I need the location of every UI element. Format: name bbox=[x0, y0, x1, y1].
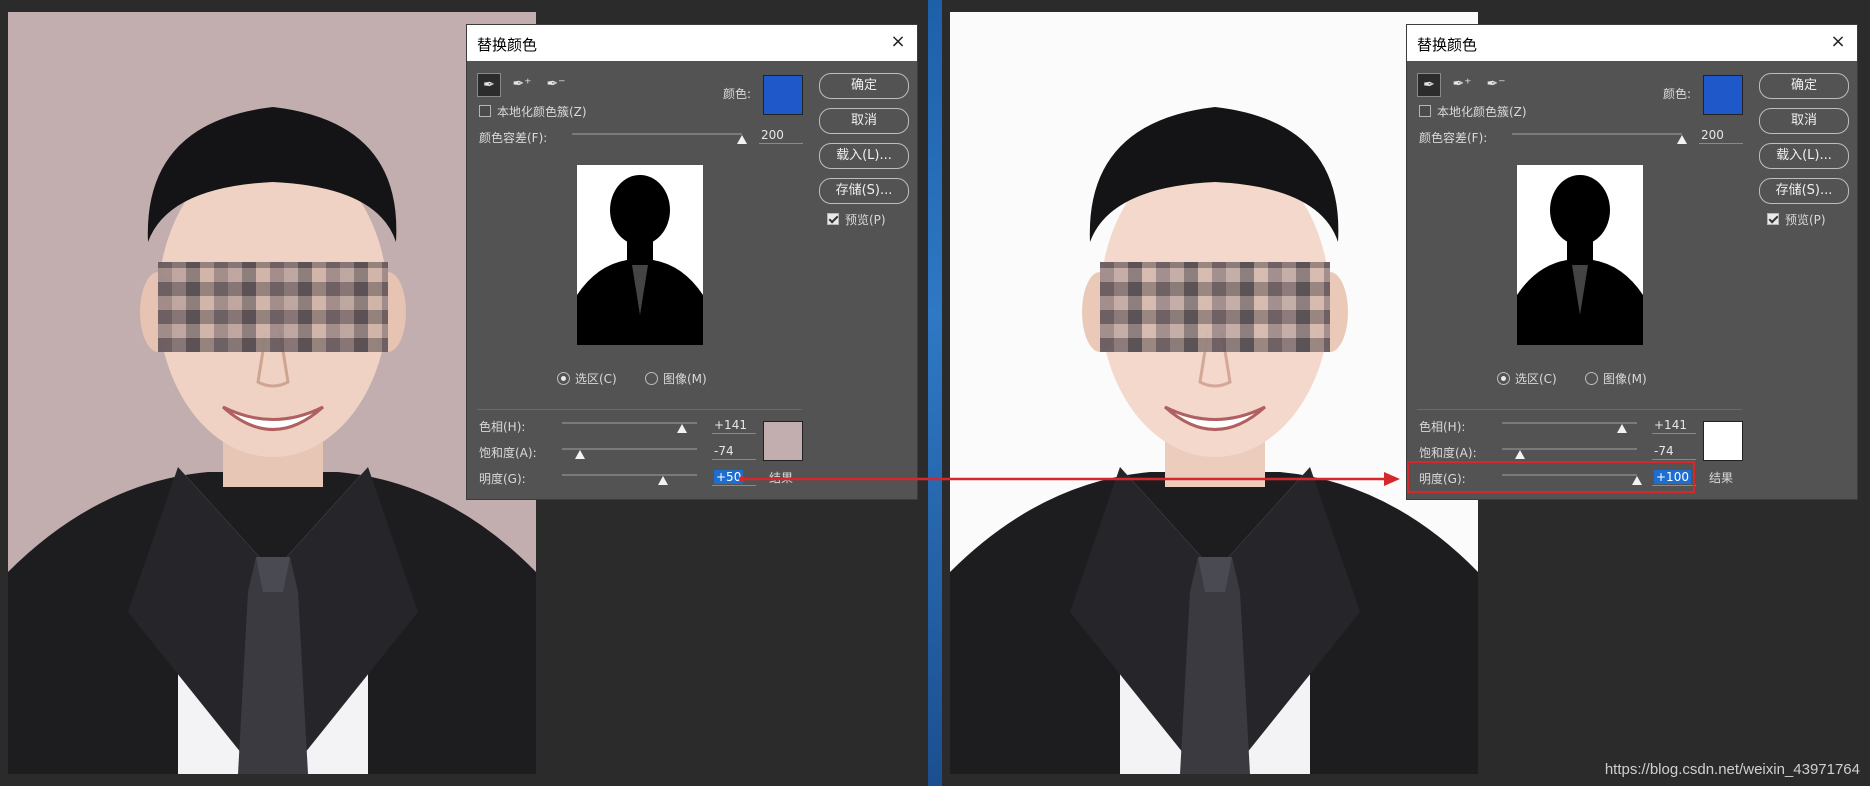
lightness-input[interactable]: +50 bbox=[712, 469, 756, 486]
eyedropper-icon[interactable]: ✒ bbox=[477, 73, 501, 97]
dialog-titlebar: 替换颜色 × bbox=[467, 25, 917, 61]
save-button[interactable]: 存储(S)... bbox=[819, 178, 909, 204]
hue-handle[interactable] bbox=[1617, 424, 1628, 433]
result-label: 结果 bbox=[769, 471, 794, 485]
portrait-illustration bbox=[8, 107, 536, 774]
tolerance-slider[interactable] bbox=[572, 133, 742, 135]
portrait-photo bbox=[8, 12, 536, 774]
tolerance-handle[interactable] bbox=[737, 135, 747, 144]
replace-color-dialog-right: 替换颜色 × ✒ ✒⁺ ✒⁻ 颜色: 本地化颜色簇(Z) 颜色容差(F): 20… bbox=[1406, 24, 1858, 500]
localize-checkbox[interactable] bbox=[479, 105, 491, 117]
eyedropper-minus-icon[interactable]: ✒⁻ bbox=[545, 73, 567, 95]
selection-preview bbox=[577, 165, 703, 345]
hue-label: 色相(H): bbox=[479, 420, 526, 434]
radio-selection[interactable] bbox=[1497, 372, 1510, 385]
result-label: 结果 bbox=[1709, 471, 1734, 485]
radio-image-label: 图像(M) bbox=[663, 372, 707, 386]
saturation-handle[interactable] bbox=[574, 450, 585, 459]
saturation-input[interactable]: -74 bbox=[1652, 443, 1696, 460]
selection-preview bbox=[1517, 165, 1643, 345]
preview-checkbox[interactable] bbox=[827, 213, 839, 225]
preview-label: 预览(P) bbox=[1785, 213, 1826, 227]
eyedropper-plus-icon[interactable]: ✒⁺ bbox=[1451, 73, 1473, 95]
lightness-slider[interactable] bbox=[562, 474, 697, 476]
watermark: https://blog.csdn.net/weixin_43971764 bbox=[1604, 761, 1860, 778]
hue-input[interactable]: +141 bbox=[1652, 417, 1696, 434]
color-swatch[interactable] bbox=[763, 75, 803, 115]
pixelated-glasses-overlay bbox=[158, 262, 388, 352]
save-button[interactable]: 存储(S)... bbox=[1759, 178, 1849, 204]
load-button[interactable]: 载入(L)... bbox=[819, 143, 909, 169]
section-divider bbox=[1417, 409, 1742, 410]
portrait-photo bbox=[950, 12, 1478, 774]
window-divider bbox=[928, 0, 942, 786]
preview-label: 预览(P) bbox=[845, 213, 886, 227]
radio-image-label: 图像(M) bbox=[1603, 372, 1647, 386]
localize-label: 本地化颜色簇(Z) bbox=[497, 105, 587, 119]
ok-button[interactable]: 确定 bbox=[819, 73, 909, 99]
saturation-label: 饱和度(A): bbox=[1419, 446, 1477, 460]
radio-image[interactable] bbox=[1585, 372, 1598, 385]
tolerance-handle[interactable] bbox=[1677, 135, 1687, 144]
lightness-label: 明度(G): bbox=[479, 472, 526, 486]
ok-button[interactable]: 确定 bbox=[1759, 73, 1849, 99]
hue-label: 色相(H): bbox=[1419, 420, 1466, 434]
localize-checkbox[interactable] bbox=[1419, 105, 1431, 117]
left-canvas: 替换颜色 × ✒ ✒⁺ ✒⁻ 颜色: 本地化颜色簇(Z) 颜色容差(F): 20… bbox=[0, 0, 928, 786]
load-button[interactable]: 载入(L)... bbox=[1759, 143, 1849, 169]
color-label: 颜色: bbox=[723, 87, 752, 101]
saturation-label: 饱和度(A): bbox=[479, 446, 537, 460]
hue-input[interactable]: +141 bbox=[712, 417, 756, 434]
lightness-handle[interactable] bbox=[658, 476, 669, 485]
saturation-handle[interactable] bbox=[1514, 450, 1525, 459]
dialog-title: 替换颜色 bbox=[1417, 36, 1478, 54]
section-divider bbox=[477, 409, 802, 410]
close-icon[interactable]: × bbox=[887, 31, 909, 53]
radio-selection-label: 选区(C) bbox=[1515, 372, 1557, 386]
right-canvas: 替换颜色 × ✒ ✒⁺ ✒⁻ 颜色: 本地化颜色簇(Z) 颜色容差(F): 20… bbox=[942, 0, 1870, 786]
pixelated-glasses-overlay bbox=[1100, 262, 1330, 352]
preview-checkbox[interactable] bbox=[1767, 213, 1779, 225]
localize-label: 本地化颜色簇(Z) bbox=[1437, 105, 1527, 119]
result-swatch[interactable] bbox=[1703, 421, 1743, 461]
dialog-titlebar: 替换颜色 × bbox=[1407, 25, 1857, 61]
result-swatch[interactable] bbox=[763, 421, 803, 461]
hue-handle[interactable] bbox=[677, 424, 688, 433]
cancel-button[interactable]: 取消 bbox=[819, 108, 909, 134]
cancel-button[interactable]: 取消 bbox=[1759, 108, 1849, 134]
tolerance-input[interactable]: 200 bbox=[759, 127, 803, 144]
eyedropper-minus-icon[interactable]: ✒⁻ bbox=[1485, 73, 1507, 95]
eyedropper-icon[interactable]: ✒ bbox=[1417, 73, 1441, 97]
close-icon[interactable]: × bbox=[1827, 31, 1849, 53]
replace-color-dialog-left: 替换颜色 × ✒ ✒⁺ ✒⁻ 颜色: 本地化颜色簇(Z) 颜色容差(F): 20… bbox=[466, 24, 918, 500]
portrait-illustration bbox=[950, 107, 1478, 774]
eyedropper-plus-icon[interactable]: ✒⁺ bbox=[511, 73, 533, 95]
tolerance-input[interactable]: 200 bbox=[1699, 127, 1743, 144]
tolerance-label: 颜色容差(F): bbox=[479, 131, 548, 145]
radio-selection[interactable] bbox=[557, 372, 570, 385]
color-swatch[interactable] bbox=[1703, 75, 1743, 115]
saturation-input[interactable]: -74 bbox=[712, 443, 756, 460]
lightness-highlight-box bbox=[1407, 461, 1695, 493]
radio-selection-label: 选区(C) bbox=[575, 372, 617, 386]
tolerance-label: 颜色容差(F): bbox=[1419, 131, 1488, 145]
radio-image[interactable] bbox=[645, 372, 658, 385]
dialog-title: 替换颜色 bbox=[477, 36, 538, 54]
tolerance-slider[interactable] bbox=[1512, 133, 1682, 135]
color-label: 颜色: bbox=[1663, 87, 1692, 101]
